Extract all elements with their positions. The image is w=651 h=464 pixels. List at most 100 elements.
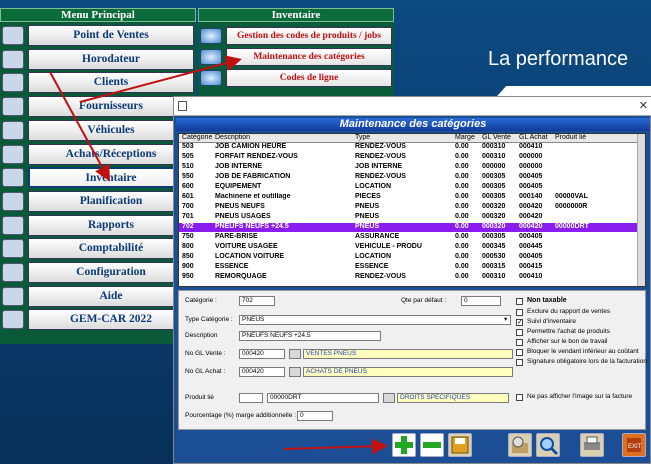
categorie-field[interactable]: 702: [239, 296, 275, 306]
delete-button[interactable]: [420, 433, 444, 457]
menu-item-button[interactable]: Aide: [28, 285, 194, 307]
menu-row: Véhicules: [0, 119, 196, 142]
column-header[interactable]: Produit lié: [555, 134, 615, 143]
table-row[interactable]: 510 JOB INTERNE JOB INTERNE 0.00 000000 00000…: [179, 163, 645, 172]
menu-item-button[interactable]: Point de Ventes: [28, 25, 194, 46]
column-header[interactable]: GL Vente: [482, 134, 518, 143]
pct-field[interactable]: 0: [297, 411, 333, 421]
table-cell: ESSENCE: [355, 263, 389, 270]
inventory-item-button[interactable]: Gestion des codes de produits / jobs: [226, 27, 392, 45]
table-row[interactable]: 503 JOB CAMION HEURE RENDEZ-VOUS 0.00 000310…: [179, 143, 645, 152]
table-cell: 0.00: [455, 193, 469, 200]
exit-button[interactable]: EXIT: [622, 433, 646, 457]
dialog-titlebar: ✕: [174, 97, 651, 116]
table-row[interactable]: 702 PNEUFS NEUFS +24.5 PNEUS 0.00 000320 0004…: [179, 223, 645, 232]
table-row[interactable]: 700 PNEUS NEUFS PNEUS 0.00 000320 000420 00000…: [179, 203, 645, 212]
report-icon: [2, 215, 24, 235]
checkbox[interactable]: [516, 339, 523, 346]
glv-field[interactable]: 000420: [239, 349, 285, 359]
column-header[interactable]: Type: [355, 134, 455, 143]
menu-item-button[interactable]: Comptabilité: [28, 238, 194, 260]
menu-item-button[interactable]: Planification: [28, 190, 194, 212]
prod-desc-field: DROITS SPÉCIFIQUES: [397, 393, 509, 403]
menu-item-button[interactable]: Rapports: [28, 214, 194, 236]
inventory-item-button[interactable]: Maintenance des catégories: [226, 48, 392, 66]
column-header[interactable]: Description: [215, 134, 355, 143]
prod-code-field[interactable]: 00000DRT: [267, 393, 379, 403]
checkbox[interactable]: [516, 329, 523, 336]
table-cell: FORFAIT RENDEZ-VOUS: [215, 153, 298, 160]
checkbox[interactable]: [516, 349, 523, 356]
table-cell: 000140: [519, 193, 543, 200]
table-cell: 0.00: [455, 183, 469, 190]
type-select[interactable]: PNEUS: [239, 315, 511, 325]
table-cell: 0.00: [455, 273, 469, 280]
menu-item-button[interactable]: Fournisseurs: [28, 96, 194, 118]
table-row[interactable]: 900 ESSENCE ESSENCE 0.00 000315 000415: [179, 263, 645, 272]
table-row[interactable]: 550 JOB DE FABRICATION RENDEZ-VOUS 0.00 0003…: [179, 173, 645, 182]
desc-field[interactable]: PNEUFS NEUFS +24.5: [239, 331, 381, 341]
table-row[interactable]: 850 LOCATION VOITURE LOCATION 0.00 000530 000…: [179, 253, 645, 262]
table-cell: RENDEZ-VOUS: [355, 153, 406, 160]
inventory-row: Gestion des codes de produits / jobs: [198, 26, 394, 46]
menu-item-button[interactable]: Configuration: [28, 262, 194, 283]
lookup-product-button[interactable]: [383, 393, 395, 403]
menu-row: Inventaire: [0, 166, 196, 189]
table-cell: 800: [182, 243, 194, 250]
menu-item-button[interactable]: Horodateur: [28, 48, 194, 70]
config-icon: [2, 263, 24, 282]
search-product-button[interactable]: [508, 433, 532, 457]
table-cell: 750: [182, 233, 194, 240]
inventory-row: Maintenance des catégories: [198, 47, 394, 67]
no-image-checkbox[interactable]: [516, 394, 523, 401]
table-cell: 000305: [482, 173, 506, 180]
table-row[interactable]: 600 ÉQUIPEMENT LOCATION 0.00 000305 000405: [179, 183, 645, 192]
checkbox[interactable]: ✓: [516, 319, 523, 326]
chevron-down-icon: ▾: [504, 316, 508, 323]
save-button[interactable]: [448, 433, 472, 457]
menu-row: Configuration: [0, 261, 196, 284]
close-icon[interactable]: ✕: [639, 99, 648, 112]
menu-item-button[interactable]: Clients: [28, 72, 194, 94]
planning-icon: [2, 191, 24, 211]
menu-row: Achats/Réceptions: [0, 143, 196, 166]
menu-item-button[interactable]: Véhicules: [28, 119, 194, 141]
table-row[interactable]: 505 FORFAIT RENDEZ-VOUS RENDEZ-VOUS 0.00 000…: [179, 153, 645, 162]
table-cell: ÉQUIPEMENT: [215, 183, 262, 190]
table-header: Catégorie Description Type Marge GL Vente GL …: [179, 134, 645, 143]
table-cell: 000420: [519, 223, 543, 230]
table-row[interactable]: 601 Machinerie et outillage PIÈCES 0.00 0003…: [179, 193, 645, 202]
table-cell: PNEUS: [355, 213, 380, 220]
column-header[interactable]: Marge: [455, 134, 483, 143]
menu-item-button[interactable]: GEM-CAR 2022: [28, 309, 194, 331]
menu-item-button[interactable]: Achats/Réceptions: [28, 143, 194, 165]
lookup-gla-button[interactable]: [289, 367, 301, 377]
table-row[interactable]: 750 PARE-BRISE ASSURANCE 0.00 000305 000405: [179, 233, 645, 242]
table-cell: 0.00: [455, 153, 469, 160]
gla-field[interactable]: 000420: [239, 367, 285, 377]
menu-item-button[interactable]: Inventaire: [28, 167, 194, 189]
checkbox[interactable]: [516, 359, 523, 366]
qte-field[interactable]: 0: [461, 296, 501, 306]
table-row[interactable]: 800 VOITURE USAGÉE VÉHICULE - PRODU 0.00 000…: [179, 243, 645, 252]
table-cell: PNEUS NEUFS: [215, 203, 265, 210]
inventory-item-button[interactable]: Codes de ligne: [226, 69, 392, 87]
checkbox[interactable]: [516, 298, 523, 305]
table-cell: 000415: [519, 263, 543, 270]
table-cell: 000305: [482, 183, 506, 190]
zoom-search-button[interactable]: [536, 433, 560, 457]
table-row[interactable]: 950 REMORQUAGE RENDEZ-VOUS 0.00 000310 000410: [179, 273, 645, 282]
menu-row: Clients: [0, 71, 196, 94]
column-header[interactable]: GL Achat: [519, 134, 555, 143]
column-header[interactable]: Catégorie: [182, 134, 212, 143]
table-row[interactable]: 701 PNEUS USAGÉS PNEUS 0.00 000320 000420: [179, 213, 645, 222]
table-scrollbar[interactable]: [637, 134, 645, 286]
prod-blank-field[interactable]: [239, 393, 263, 403]
pos-icon: [2, 26, 24, 45]
lookup-glv-button[interactable]: [289, 349, 301, 359]
checkbox[interactable]: [516, 309, 523, 316]
add-button[interactable]: [392, 433, 416, 457]
table-cell: 0.00: [455, 233, 469, 240]
table-cell: 503: [182, 143, 194, 150]
print-button[interactable]: [580, 433, 604, 457]
